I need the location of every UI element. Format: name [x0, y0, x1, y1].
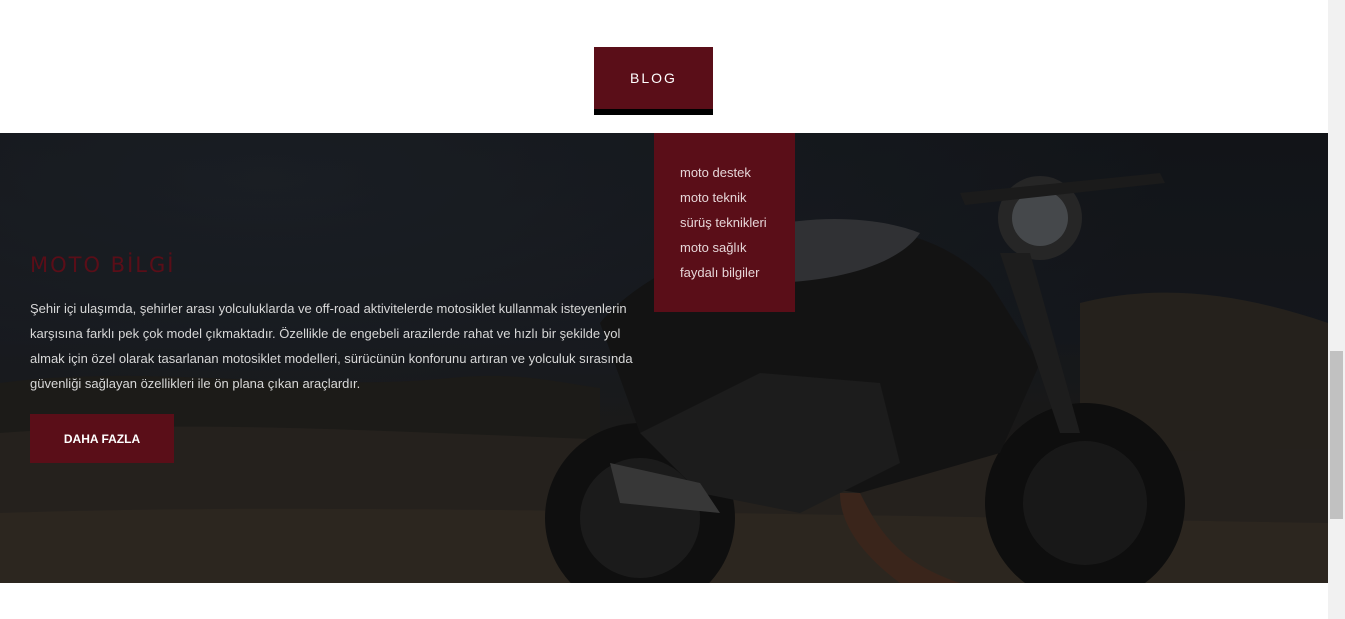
blog-nav-label: BLOG — [630, 70, 677, 86]
blog-nav-button[interactable]: BLOG — [594, 47, 713, 115]
dropdown-list: moto destek moto teknik sürüş teknikleri… — [680, 160, 795, 285]
scrollbar-thumb[interactable] — [1330, 351, 1343, 519]
page: BLOG MOTO BİLGİ Şehir içi ulaşımda, şehi… — [0, 0, 1345, 619]
dropdown-item-faydali-bilgiler[interactable]: faydalı bilgiler — [680, 260, 795, 285]
dropdown-item-moto-saglik[interactable]: moto sağlık — [680, 235, 795, 260]
dropdown-item-moto-destek[interactable]: moto destek — [680, 160, 795, 185]
dropdown-item-moto-teknik[interactable]: moto teknik — [680, 185, 795, 210]
blog-dropdown-menu: moto destek moto teknik sürüş teknikleri… — [654, 133, 795, 312]
hero-title: MOTO BİLGİ — [30, 253, 176, 277]
read-more-button[interactable]: DAHA FAZLA — [30, 414, 174, 463]
read-more-label: DAHA FAZLA — [63, 431, 141, 446]
hero-description: Şehir içi ulaşımda, şehirler arası yolcu… — [30, 301, 633, 391]
page-scrollbar[interactable] — [1328, 0, 1345, 619]
dropdown-item-surus-teknikleri[interactable]: sürüş teknikleri — [680, 210, 795, 235]
